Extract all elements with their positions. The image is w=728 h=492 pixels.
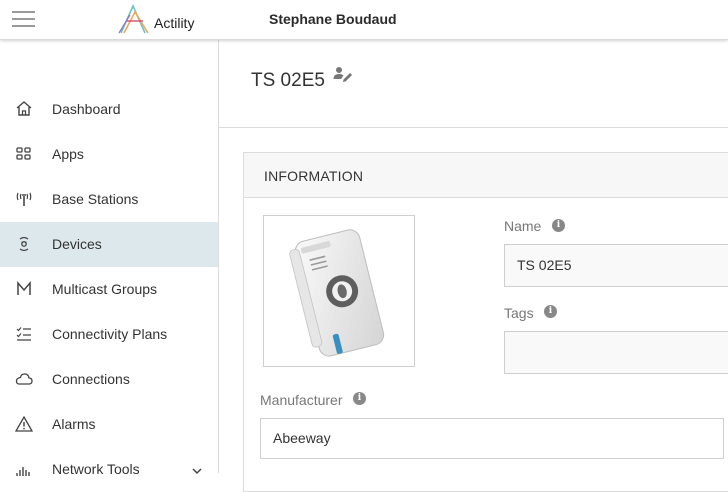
sidebar-item-label: Alarms bbox=[52, 416, 96, 432]
sidebar-item-label: Base Stations bbox=[52, 191, 139, 207]
name-field[interactable]: TS 02E5 bbox=[504, 244, 728, 287]
sidebar-item-label: Connectivity Plans bbox=[52, 326, 168, 342]
card-header: INFORMATION bbox=[244, 153, 728, 198]
signal-bars-icon bbox=[16, 467, 30, 476]
cloud-icon bbox=[15, 373, 33, 385]
main-content: TS 02E5 INFORMATION Name i TS 02E5 Tags … bbox=[219, 40, 728, 492]
user-name[interactable]: Stephane Boudaud bbox=[269, 11, 397, 27]
name-label: Name bbox=[504, 218, 542, 234]
sidebar-item-connections[interactable]: Connections bbox=[0, 357, 218, 402]
home-icon bbox=[16, 101, 32, 116]
warning-icon bbox=[14, 415, 34, 432]
manufacturer-label: Manufacturer bbox=[260, 392, 343, 408]
sidebar-item-label: Apps bbox=[52, 146, 84, 162]
sidebar: Dashboard Apps Base Stations Devices Mul… bbox=[0, 40, 219, 477]
sidebar-item-apps[interactable]: Apps bbox=[0, 132, 218, 177]
chevron-down-icon[interactable] bbox=[190, 464, 204, 478]
device-icon bbox=[19, 236, 29, 252]
actility-logo[interactable]: Actility bbox=[118, 3, 208, 35]
hamburger-menu-icon[interactable] bbox=[12, 9, 36, 31]
sidebar-item-label: Devices bbox=[52, 236, 102, 252]
apps-grid-icon bbox=[16, 147, 31, 160]
multicast-icon bbox=[17, 280, 31, 295]
sidebar-item-connectivity-plans[interactable]: Connectivity Plans bbox=[0, 312, 218, 357]
sidebar-item-network-tools[interactable]: Network Tools bbox=[0, 447, 218, 492]
sidebar-item-multicast-groups[interactable]: Multicast Groups bbox=[0, 267, 218, 312]
manufacturer-info-icon[interactable]: i bbox=[353, 392, 366, 405]
sidebar-item-alarms[interactable]: Alarms bbox=[0, 402, 218, 447]
name-info-icon[interactable]: i bbox=[552, 219, 565, 232]
sidebar-item-label: Multicast Groups bbox=[52, 281, 158, 297]
top-bar: Actility Stephane Boudaud bbox=[0, 0, 728, 40]
tags-info-icon[interactable]: i bbox=[544, 305, 557, 318]
title-divider bbox=[219, 127, 728, 128]
manufacturer-field: Abeeway bbox=[260, 418, 724, 459]
sidebar-item-devices[interactable]: Devices bbox=[0, 222, 218, 267]
tracker-device-image bbox=[289, 229, 385, 357]
name-value: TS 02E5 bbox=[517, 257, 572, 273]
actility-logo-mark-icon bbox=[118, 4, 149, 34]
tags-field[interactable] bbox=[504, 331, 728, 374]
page-title: TS 02E5 bbox=[251, 70, 325, 91]
sidebar-item-label: Network Tools bbox=[52, 461, 140, 477]
logo-text: Actility bbox=[154, 15, 195, 31]
information-card: INFORMATION Name i TS 02E5 Tags i Manufa… bbox=[243, 152, 728, 492]
sidebar-item-dashboard[interactable]: Dashboard bbox=[0, 87, 218, 132]
edit-user-icon[interactable] bbox=[333, 66, 353, 82]
sidebar-item-label: Connections bbox=[52, 371, 130, 387]
manufacturer-value: Abeeway bbox=[273, 430, 331, 446]
device-image bbox=[263, 215, 415, 367]
checklist-icon bbox=[16, 327, 31, 341]
antenna-icon bbox=[16, 192, 32, 206]
tags-label: Tags bbox=[504, 305, 534, 321]
card-title: INFORMATION bbox=[264, 168, 364, 184]
sidebar-item-label: Dashboard bbox=[52, 101, 121, 117]
sidebar-item-base-stations[interactable]: Base Stations bbox=[0, 177, 218, 222]
